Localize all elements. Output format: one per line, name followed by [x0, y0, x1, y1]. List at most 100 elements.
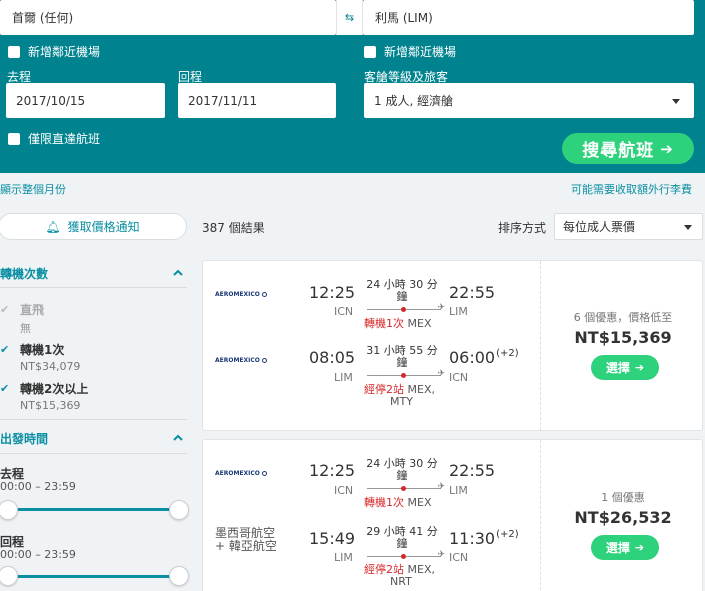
checkbox-icon[interactable]: [364, 45, 376, 58]
search-button-label: 搜尋航班: [582, 141, 655, 161]
arrival-time: 22:55: [449, 461, 496, 480]
chevron-up-icon[interactable]: [173, 433, 183, 443]
departure-airport: ICN: [334, 484, 354, 497]
stops-info: 經停2站 MEX, NRT: [364, 563, 435, 588]
checkbox-icon[interactable]: [8, 132, 20, 145]
check-icon: ✔: [0, 382, 10, 395]
stops-filter-title[interactable]: 轉機次數: [0, 265, 48, 282]
check-icon: ✔: [0, 343, 10, 356]
flight-duration: 29 小時 41 分鐘: [366, 525, 438, 550]
filter-stops-direct[interactable]: ✔ 直飛無: [0, 301, 44, 336]
chevron-up-icon[interactable]: [173, 268, 183, 278]
airline-logo-text: AEROMEXICO: [215, 470, 260, 477]
filter-option-name: 直飛: [20, 303, 45, 317]
origin-input[interactable]: 首爾 (任何): [0, 0, 336, 35]
arrow-right-icon: ➔: [634, 361, 645, 374]
swap-icon[interactable]: ⇆: [336, 0, 363, 35]
chevron-down-icon: [672, 99, 680, 104]
direct-only-label: 僅限直達航班: [28, 132, 101, 146]
nearby-dest-checkbox[interactable]: 新增鄰近機場: [364, 43, 456, 60]
filter-stops-one[interactable]: ✔ 轉機1次 NT$34,079: [0, 341, 80, 373]
divider: [0, 453, 187, 454]
return-slider-min-handle[interactable]: [0, 566, 18, 586]
airline-logo-text: AEROMEXICO: [215, 357, 260, 364]
arrival-time: 06:00(+2): [449, 348, 519, 367]
departure-time: 15:49: [309, 529, 356, 548]
search-flights-button[interactable]: 搜尋航班 ➔: [562, 133, 694, 164]
search-panel: 首爾 (任何) ⇆ 利馬 (LIM) 新增鄰近機場 新增鄰近機場 去程 回程 客…: [0, 0, 705, 173]
divider: [0, 287, 187, 288]
stops-info: 經停2站 MEX, MTY: [364, 383, 435, 408]
outbound-time-range: 00:00 – 23:59: [0, 480, 76, 493]
arrival-airport: LIM: [449, 305, 468, 318]
divider: [0, 419, 187, 420]
return-slider-track[interactable]: [8, 575, 180, 578]
price-alert-button[interactable]: 🔔︎ 獲取價格通知: [0, 213, 187, 240]
return-slider-max-handle[interactable]: [169, 566, 189, 586]
price: NT$26,532: [574, 508, 672, 527]
chevron-down-icon: [684, 225, 692, 230]
flight-duration: 24 小時 30 分鐘: [366, 278, 438, 303]
plane-icon: ✈: [437, 550, 445, 560]
deals-count: 1 個優惠: [601, 491, 645, 504]
airline-logo-text: AEROMEXICO: [215, 291, 260, 298]
departure-airport: ICN: [334, 305, 354, 318]
outbound-slider-track[interactable]: [8, 508, 180, 511]
return-date-input[interactable]: 2017/11/11: [178, 83, 336, 118]
depart-date-input[interactable]: 2017/10/15: [6, 83, 165, 118]
show-month-link[interactable]: 顯示整個月份: [0, 181, 66, 197]
result-card[interactable]: AEROMEXICO 12:25 ICN 24 小時 30 分鐘 ✈ 轉機1次 …: [202, 439, 703, 591]
aeromexico-logo: AEROMEXICO: [215, 470, 267, 477]
direct-only-checkbox[interactable]: 僅限直達航班: [8, 130, 100, 147]
outbound-slider-min-handle[interactable]: [0, 500, 18, 520]
filter-option-price: 無: [20, 322, 31, 335]
cabin-select[interactable]: 1 成人, 經濟艙: [364, 83, 694, 118]
departure-time: 12:25: [309, 283, 356, 302]
departure-time: 08:05: [309, 348, 356, 367]
price: NT$15,369: [574, 328, 672, 347]
stops-info: 轉機1次 MEX: [364, 496, 432, 509]
aeromexico-logo: AEROMEXICO: [215, 291, 267, 298]
arrival-time: 22:55: [449, 283, 496, 302]
departure-airport: LIM: [334, 371, 353, 384]
route-line: ✈: [367, 482, 445, 492]
nearby-dest-label: 新增鄰近機場: [384, 45, 457, 59]
plane-icon: ✈: [437, 369, 445, 379]
arrow-right-icon: ➔: [634, 541, 645, 554]
time-filter-title[interactable]: 出發時間: [0, 430, 48, 447]
filter-option-price: NT$34,079: [20, 360, 81, 373]
baggage-fee-link[interactable]: 可能需要收取額外行李費: [571, 181, 692, 197]
itinerary-details: AEROMEXICO 12:25 ICN 24 小時 30 分鐘 ✈ 轉機1次 …: [203, 261, 537, 430]
deals-count: 6 個優惠，價格低至: [573, 311, 673, 324]
price-alert-label: 獲取價格通知: [67, 220, 140, 234]
nearby-origin-label: 新增鄰近機場: [28, 45, 101, 59]
results-count: 387 個結果: [202, 221, 265, 235]
outbound-slider-max-handle[interactable]: [169, 500, 189, 520]
departure-time: 12:25: [309, 461, 356, 480]
sort-select[interactable]: 每位成人票價: [554, 213, 703, 240]
arrival-airport: ICN: [449, 371, 469, 384]
filter-option-name: 轉機1次: [20, 343, 65, 357]
return-time-range: 00:00 – 23:59: [0, 548, 76, 561]
route-line: ✈: [367, 550, 445, 560]
nearby-origin-checkbox[interactable]: 新增鄰近機場: [8, 43, 100, 60]
check-icon: ✔: [0, 303, 10, 316]
filter-option-name: 轉機2次以上: [20, 382, 89, 396]
arrival-airport: LIM: [449, 484, 468, 497]
route-line: ✈: [367, 369, 445, 379]
cabin-value: 1 成人, 經濟艙: [374, 94, 454, 108]
price-panel: 6 個優惠，價格低至 NT$15,369 選擇 ➔: [540, 261, 704, 430]
aeromexico-logo: AEROMEXICO: [215, 357, 267, 364]
sort-label: 排序方式: [498, 221, 547, 235]
destination-input[interactable]: 利馬 (LIM): [363, 0, 694, 35]
bell-icon: 🔔︎: [45, 219, 61, 234]
stops-info: 轉機1次 MEX: [364, 317, 432, 330]
select-button[interactable]: 選擇 ➔: [591, 535, 659, 560]
select-button[interactable]: 選擇 ➔: [591, 355, 659, 380]
checkbox-icon[interactable]: [8, 45, 20, 58]
filter-stops-two-plus[interactable]: ✔ 轉機2次以上 NT$15,369: [0, 380, 88, 412]
flight-duration: 31 小時 55 分鐘: [366, 344, 438, 369]
filter-option-price: NT$15,369: [20, 399, 81, 412]
result-card[interactable]: AEROMEXICO 12:25 ICN 24 小時 30 分鐘 ✈ 轉機1次 …: [202, 260, 703, 431]
airline-name: 墨西哥航空 + 韓亞航空: [215, 526, 277, 553]
